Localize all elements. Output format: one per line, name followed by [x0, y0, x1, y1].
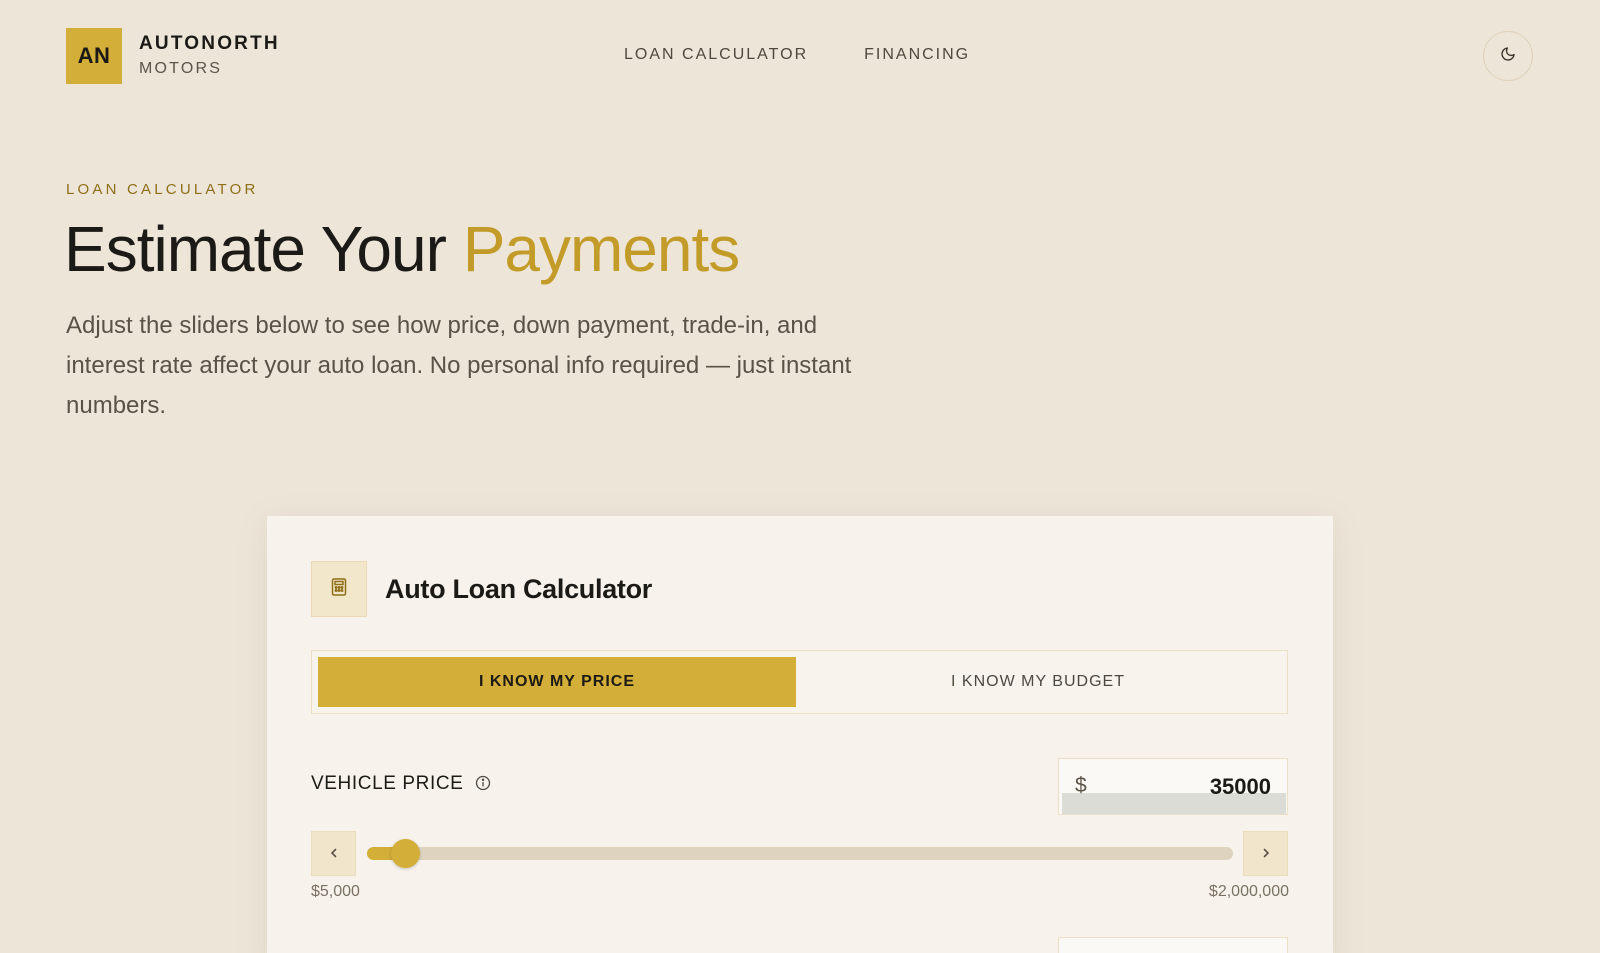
vehicle-price-label-row: VEHICLE PRICE [311, 773, 493, 795]
hero-eyebrow: LOAN CALCULATOR [66, 181, 259, 198]
price-range-max: $2,000,000 [1208, 883, 1289, 900]
brand-name[interactable]: AUTONORTH [139, 33, 280, 55]
chevron-right-icon [1261, 843, 1271, 864]
price-decrement-button[interactable] [311, 831, 356, 876]
calculator-card: Auto Loan Calculator I KNOW MY PRICE I K… [267, 516, 1333, 953]
price-increment-button[interactable] [1243, 831, 1288, 876]
main-nav: LOAN CALCULATOR FINANCING [624, 46, 970, 64]
title-accent: Payments [462, 213, 741, 285]
page-title: Estimate Your Payments [64, 212, 741, 286]
logo-monogram[interactable]: AN [66, 28, 122, 84]
nav-link-loan-calculator[interactable]: LOAN CALCULATOR [624, 46, 808, 64]
site-header: AN AUTONORTH MOTORS LOAN CALCULATOR FINA… [0, 0, 1600, 110]
theme-toggle-button[interactable] [1483, 31, 1533, 81]
calculator-icon [331, 577, 347, 601]
down-payment-input[interactable] [1058, 937, 1288, 953]
calculator-title: Auto Loan Calculator [385, 574, 653, 604]
mode-price-button[interactable]: I KNOW MY PRICE [318, 657, 796, 707]
nav-link-financing[interactable]: FINANCING [864, 46, 970, 64]
title-main: Estimate Your [64, 213, 463, 285]
brand-subtitle: MOTORS [139, 60, 223, 77]
hero-description: Adjust the sliders below to see how pric… [66, 312, 852, 419]
moon-icon [1500, 46, 1516, 67]
vehicle-price-input[interactable]: $ 35000 [1058, 758, 1288, 815]
vehicle-price-value[interactable]: 35000 [1210, 774, 1271, 800]
vehicle-price-slider[interactable] [367, 839, 1233, 868]
chevron-left-icon [329, 843, 339, 864]
vehicle-price-label: VEHICLE PRICE [311, 773, 464, 794]
slider-thumb[interactable] [391, 839, 421, 868]
info-icon[interactable] [475, 775, 493, 793]
currency-symbol: $ [1075, 774, 1087, 797]
price-range-min: $5,000 [311, 883, 360, 900]
mode-toggle: I KNOW MY PRICE I KNOW MY BUDGET [311, 650, 1288, 714]
mode-budget-button[interactable]: I KNOW MY BUDGET [799, 657, 1277, 707]
calculator-icon-box [311, 561, 367, 617]
